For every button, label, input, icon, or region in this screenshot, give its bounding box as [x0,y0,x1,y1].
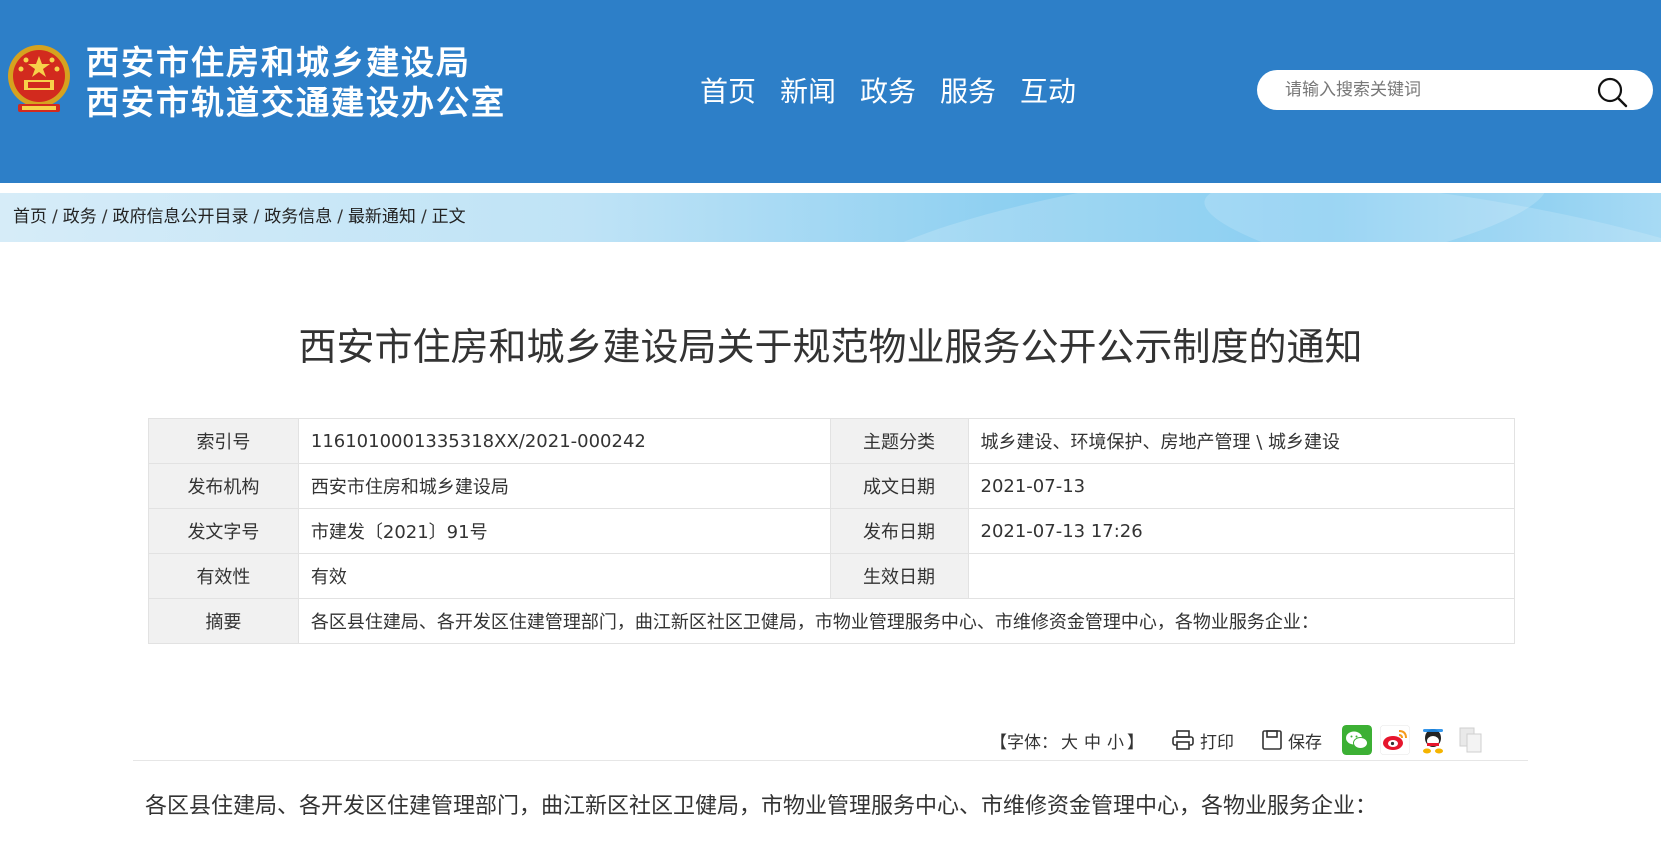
meta-label: 发布机构 [148,463,299,509]
meta-value-published: 2021-07-13 17:26 [967,508,1515,554]
breadcrumb-separator: / [420,207,427,227]
national-emblem-icon [8,45,70,112]
font-size-label-close: 】 [1127,732,1144,753]
breadcrumb-current: 正文 [431,207,466,227]
printer-icon [1172,730,1194,750]
nav-item-service[interactable]: 服务 [940,72,1020,112]
wechat-share-icon[interactable] [1342,725,1372,755]
breadcrumb-separator: / [253,207,260,227]
meta-label: 有效性 [148,553,299,599]
qq-share-icon[interactable] [1418,725,1448,755]
meta-label: 生效日期 [829,553,969,599]
nav-item-news[interactable]: 新闻 [780,72,860,112]
search-icon[interactable] [1595,75,1629,109]
breadcrumb-latest-notice[interactable]: 最新通知 [348,205,416,229]
font-medium-button[interactable]: 中 [1084,733,1101,753]
breadcrumb-home[interactable]: 首页 [13,205,47,229]
breadcrumb-separator: / [337,207,343,227]
font-size-label-open: 【字体： [990,732,1058,753]
font-size-control: 【字体：大中小】 [990,728,1144,753]
breadcrumb-disclosure-catalog[interactable]: 政府信息公开目录 [112,205,248,229]
main-nav: 首页 新闻 政务 服务 互动 [700,72,1100,112]
weibo-share-icon[interactable] [1380,725,1410,755]
meta-label: 发布日期 [829,508,969,554]
table-row: 发布机构 西安市住房和城乡建设局 成文日期 2021-07-13 [148,463,1515,509]
breadcrumb: 首页 / 政务 / 政府信息公开目录 / 政务信息 / 最新通知 / 正文 [13,205,466,229]
meta-value-index: 1161010001335318XX/2021-000242 [297,418,831,464]
content-divider [133,760,1528,761]
meta-value-publisher: 西安市住房和城乡建设局 [297,463,831,509]
breadcrumb-separator: / [101,207,108,227]
breadcrumb-government[interactable]: 政务 [63,205,97,229]
site-title-line2: 西安市轨道交通建设办公室 [86,83,506,122]
document-metadata-table: 索引号 1161010001335318XX/2021-000242 主题分类 … [148,418,1516,644]
meta-label: 主题分类 [829,418,969,464]
table-row: 摘要 各区县住建局、各开发区住建管理部门，曲江新区社区卫健局，市物业管理服务中心… [148,598,1516,644]
font-large-button[interactable]: 大 [1061,733,1078,753]
article-tools: 【字体：大中小】 打印 保存 [990,722,1486,758]
breadcrumb-separator: / [52,207,58,227]
save-label: 保存 [1288,732,1322,753]
breadcrumb-government-info[interactable]: 政务信息 [264,205,332,229]
nav-item-interaction[interactable]: 互动 [1020,72,1100,112]
table-row: 发文字号 市建发〔2021〕91号 发布日期 2021-07-13 17:26 [148,508,1515,554]
nav-item-home[interactable]: 首页 [700,72,780,112]
meta-label: 发文字号 [148,508,299,554]
article-title: 西安市住房和城乡建设局关于规范物业服务公开公示制度的通知 [298,325,1363,369]
site-header: 西安市住房和城乡建设局 西安市轨道交通建设办公室 首页 新闻 政务 服务 互动 [0,0,1661,183]
save-button[interactable]: 保存 [1262,728,1322,753]
save-icon [1262,730,1282,750]
meta-value-validity: 有效 [297,553,831,599]
article-body-paragraph: 各区县住建局、各开发区住建管理部门，曲江新区社区卫健局，市物业管理服务中心、市维… [145,794,1378,819]
meta-value-effective [967,553,1515,599]
meta-value-created: 2021-07-13 [967,463,1515,509]
meta-label: 索引号 [148,418,299,464]
print-label: 打印 [1200,732,1234,753]
meta-label: 成文日期 [829,463,969,509]
meta-value-topic: 城乡建设、环境保护、房地产管理 \ 城乡建设 [967,418,1515,464]
site-title-line1: 西安市住房和城乡建设局 [86,43,471,82]
font-small-button[interactable]: 小 [1107,733,1124,753]
site-title[interactable]: 西安市住房和城乡建设局 西安市轨道交通建设办公室 [86,43,506,123]
table-row: 索引号 1161010001335318XX/2021-000242 主题分类 … [148,418,1515,464]
copy-link-icon[interactable] [1456,725,1486,755]
search-box [1257,70,1653,110]
meta-value-abstract: 各区县住建局、各开发区住建管理部门，曲江新区社区卫健局，市物业管理服务中心、市维… [297,598,1516,644]
share-buttons [1334,725,1486,755]
meta-label: 摘要 [148,598,299,644]
table-row: 有效性 有效 生效日期 [148,553,1515,599]
nav-item-government[interactable]: 政务 [860,72,940,112]
meta-value-docno: 市建发〔2021〕91号 [297,508,831,554]
print-button[interactable]: 打印 [1172,728,1234,753]
search-input[interactable] [1285,78,1585,102]
